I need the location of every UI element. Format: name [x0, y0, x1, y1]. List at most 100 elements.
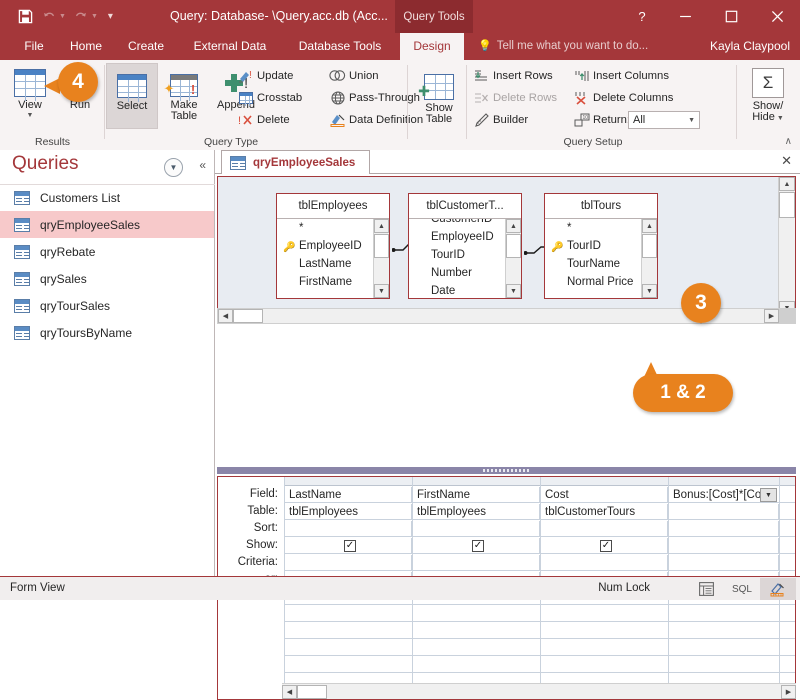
double-chevron-left-icon[interactable]: «: [199, 158, 206, 172]
scroll-left-icon[interactable]: ◀: [218, 309, 233, 323]
chevron-down-icon[interactable]: ▼: [688, 117, 695, 124]
delete-columns-icon: [572, 91, 591, 105]
table-box-tblemployees[interactable]: tblEmployees * 🔑EmployeeID LastName Firs…: [276, 193, 390, 299]
account-name[interactable]: Kayla Claypool: [710, 33, 790, 60]
criteria-cell-0[interactable]: [285, 555, 412, 571]
scrollbar-thumb[interactable]: [779, 192, 795, 218]
list-item-qryrebate[interactable]: qryRebate: [0, 238, 214, 265]
view-dropdown-icon[interactable]: ▼: [27, 112, 34, 119]
view-button[interactable]: View ▼: [4, 63, 56, 129]
chevron-down-icon[interactable]: ▼: [760, 488, 777, 502]
table-cell-1[interactable]: tblEmployees: [413, 504, 540, 520]
tab-external-data[interactable]: External Data: [180, 33, 280, 60]
sort-cell-2[interactable]: [541, 521, 668, 537]
data-definition-label: Data Definition: [349, 114, 423, 126]
list-item-qrysales[interactable]: qrySales: [0, 265, 214, 292]
return-select[interactable]: All ▼: [628, 111, 700, 129]
list-item-qrytoursales[interactable]: qryTourSales: [0, 292, 214, 319]
scrollbar-thumb[interactable]: [642, 234, 657, 258]
pane-splitter[interactable]: [217, 467, 796, 474]
insert-columns-item[interactable]: Insert Columns: [572, 65, 669, 86]
show-hide-dropdown-icon[interactable]: ▼: [777, 115, 784, 122]
show-hide-button[interactable]: Σ Show/Hide▼: [742, 64, 794, 136]
make-table-button[interactable]: ✦ ! MakeTable: [158, 63, 210, 129]
scroll-up-icon[interactable]: ▲: [506, 219, 521, 233]
update-query-item[interactable]: ! Update: [236, 65, 293, 86]
scroll-right-icon[interactable]: ▶: [764, 309, 779, 323]
list-item-customers-list[interactable]: Customers List: [0, 184, 214, 211]
table-box-tbltours[interactable]: tblTours * 🔑TourID TourName Normal Price…: [544, 193, 658, 299]
union-query-item[interactable]: Union: [328, 65, 379, 86]
grid-horizontal-scrollbar[interactable]: ◀ ▶: [282, 683, 796, 699]
sql-view-button[interactable]: SQL: [724, 578, 760, 600]
field-cell-2[interactable]: Cost: [541, 487, 668, 503]
customize-qat-icon[interactable]: ▾: [108, 11, 113, 22]
tab-file[interactable]: File: [14, 33, 54, 60]
field-list-scrollbar[interactable]: ▲ ▼: [373, 219, 389, 298]
minimize-button[interactable]: [662, 0, 708, 33]
callout-1-2: 1 & 2: [633, 374, 733, 412]
list-item-label: qryEmployeeSales: [40, 218, 140, 232]
show-checkbox[interactable]: ✓: [472, 540, 484, 552]
collapse-ribbon-button[interactable]: ∧: [785, 136, 792, 147]
scroll-right-icon[interactable]: ▶: [781, 685, 796, 699]
document-tab-qryemployeesales[interactable]: qryEmployeeSales: [221, 150, 370, 174]
datasheet-view-button[interactable]: [688, 578, 724, 600]
scroll-down-icon[interactable]: ▼: [642, 284, 657, 298]
scrollbar-thumb[interactable]: [506, 234, 521, 258]
scroll-down-icon[interactable]: ▼: [506, 284, 521, 298]
scroll-down-icon[interactable]: ▼: [374, 284, 389, 298]
data-definition-item[interactable]: Data Definition: [328, 109, 423, 130]
scrollbar-thumb[interactable]: [374, 234, 389, 258]
insert-rows-item[interactable]: Insert Rows: [472, 65, 553, 86]
criteria-cell-2[interactable]: [541, 555, 668, 571]
field-list-scrollbar[interactable]: ▲ ▼: [505, 219, 521, 298]
union-query-label: Union: [349, 70, 379, 82]
scroll-up-icon[interactable]: ▲: [642, 219, 657, 233]
scrollbar-thumb[interactable]: [233, 309, 263, 323]
field-cell-0[interactable]: LastName: [285, 487, 412, 503]
list-item-qrytoursbyname[interactable]: qryToursByName: [0, 319, 214, 346]
delete-query-item[interactable]: ! Delete: [236, 109, 290, 130]
show-table-button[interactable]: ✚ ShowTable: [415, 66, 463, 136]
help-button[interactable]: ?: [622, 0, 662, 33]
criteria-cell-3[interactable]: [669, 555, 779, 571]
list-item-qryemployeesales[interactable]: qryEmployeeSales: [0, 211, 214, 238]
tab-database-tools[interactable]: Database Tools: [286, 33, 394, 60]
design-view-button[interactable]: [760, 578, 796, 600]
show-cell-3[interactable]: [669, 538, 779, 554]
save-icon[interactable]: [14, 6, 36, 26]
sort-cell-3[interactable]: [669, 521, 779, 537]
select-query-button[interactable]: Select: [106, 63, 158, 129]
show-cell-1[interactable]: ✓: [413, 538, 540, 554]
show-checkbox[interactable]: ✓: [344, 540, 356, 552]
scroll-up-icon[interactable]: ▲: [779, 177, 795, 191]
table-cell-0[interactable]: tblEmployees: [285, 504, 412, 520]
field-list-scrollbar[interactable]: ▲ ▼: [641, 219, 657, 298]
builder-item[interactable]: Builder: [472, 109, 528, 130]
chevron-down-icon[interactable]: ▼: [164, 158, 183, 177]
scroll-up-icon[interactable]: ▲: [374, 219, 389, 233]
maximize-button[interactable]: [708, 0, 754, 33]
scrollbar-thumb[interactable]: [297, 685, 327, 699]
table-box-tblcustomertours[interactable]: tblCustomerT... CustomerID EmployeeID To…: [408, 193, 522, 299]
table-cell-3[interactable]: [669, 504, 779, 520]
tab-create[interactable]: Create: [118, 33, 174, 60]
tell-me-search[interactable]: 💡Tell me what you want to do...: [478, 33, 648, 60]
table-cell-2[interactable]: tblCustomerTours: [541, 504, 668, 520]
delete-columns-item[interactable]: Delete Columns: [572, 87, 673, 108]
show-cell-2[interactable]: ✓: [541, 538, 668, 554]
show-checkbox[interactable]: ✓: [600, 540, 612, 552]
criteria-cell-1[interactable]: [413, 555, 540, 571]
diagram-vertical-scrollbar[interactable]: ▲ ▼: [778, 177, 795, 315]
tab-home[interactable]: Home: [60, 33, 112, 60]
close-document-button[interactable]: ✕: [781, 153, 792, 169]
sort-cell-1[interactable]: [413, 521, 540, 537]
show-cell-0[interactable]: ✓: [285, 538, 412, 554]
scroll-left-icon[interactable]: ◀: [282, 685, 297, 699]
sort-cell-0[interactable]: [285, 521, 412, 537]
tab-design[interactable]: Design: [400, 33, 464, 60]
close-button[interactable]: [754, 0, 800, 33]
crosstab-query-item[interactable]: Crosstab: [236, 87, 302, 108]
field-cell-1[interactable]: FirstName: [413, 487, 540, 503]
